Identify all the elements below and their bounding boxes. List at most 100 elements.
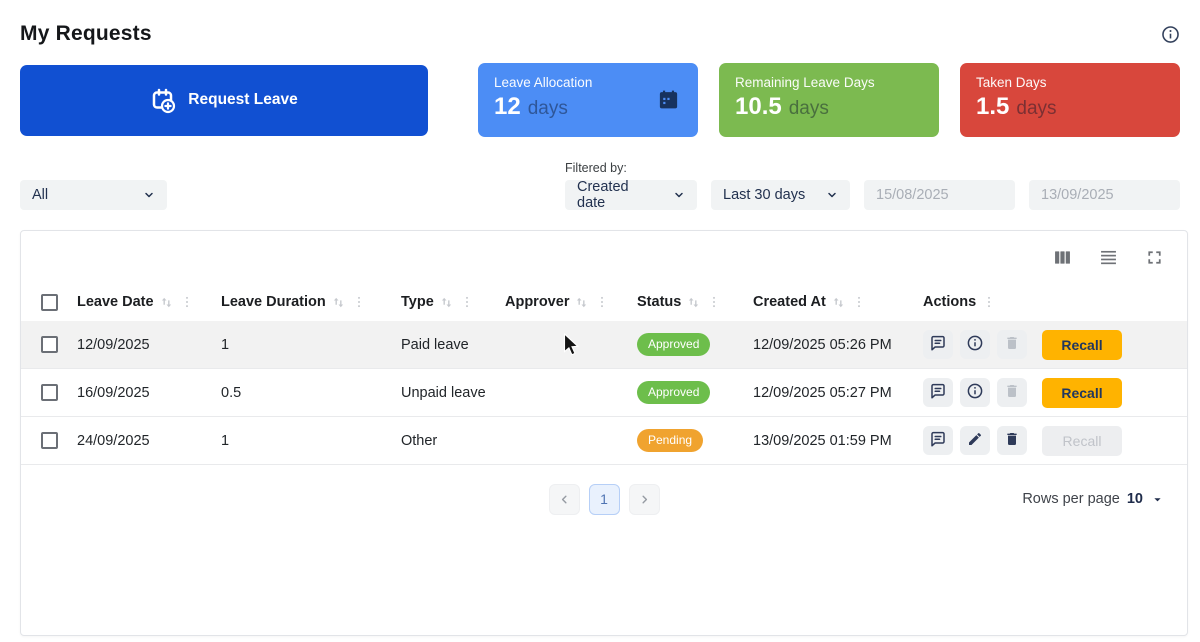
stat-cards: Leave Allocation 12 days Remaining Leave… [478,63,1180,137]
row-checkbox-cell [21,384,77,401]
column-header-label: Actions [923,294,977,310]
trash-button [997,330,1027,359]
leave-type-cell: Other [401,432,438,449]
column-header-label: Status [637,294,682,310]
column-menu-icon[interactable] [595,295,609,309]
column-menu-icon[interactable] [180,295,194,309]
column-menu-icon[interactable] [352,295,366,309]
row-checkbox-cell [21,336,77,353]
row-checkbox[interactable] [40,432,58,449]
row-density-icon[interactable] [1097,246,1119,268]
filter-field-value: Created date [577,179,629,211]
row-checkbox[interactable] [40,336,58,353]
created-at-cell: 12/09/2025 05:26 PM [753,336,892,353]
calendar-plus-icon [150,87,177,114]
trash-button[interactable] [997,426,1027,455]
created-at-cell: 13/09/2025 01:59 PM [753,432,892,449]
filter-row: All Filtered by: Created date Last 30 da… [20,161,1180,211]
column-menu-icon[interactable] [707,295,721,309]
comment-icon [929,334,947,355]
column-menu-icon[interactable] [982,295,996,309]
column-menu-icon[interactable] [852,295,866,309]
date-range-value: Last 30 days [723,187,806,203]
date-to-input[interactable]: 13/09/2025 [1029,180,1180,210]
info-button[interactable] [960,330,990,359]
comment-icon [929,430,947,451]
leave-duration-cell: 1 [221,336,230,353]
column-header-label: Approver [505,294,570,310]
info-icon [966,334,984,355]
chevron-down-icon [826,189,838,201]
filter-field-select[interactable]: Created date [565,179,697,211]
fullscreen-icon[interactable] [1143,246,1165,268]
leave-date-cell: 12/09/2025 [77,336,150,353]
trash-icon [1004,335,1020,354]
my-requests-page: My Requests Request Leave Leave Allocati… [0,0,1200,642]
created-at-cell: 12/09/2025 05:27 PM [753,384,892,401]
sort-arrows-icon[interactable] [831,295,846,310]
table-row: 16/09/2025 0.5 Unpaid leave Approved 12/09/2… [21,369,1187,417]
card-value: 12 [494,93,521,120]
column-header-label: Type [401,294,434,310]
request-leave-button[interactable]: Request Leave [20,64,428,136]
card-label: Leave Allocation [494,75,593,90]
column-menu-icon[interactable] [460,295,474,309]
trash-icon [1004,431,1020,450]
calendar-icon [657,88,680,116]
edit-icon [967,431,983,450]
column-header-status: Status [637,294,753,310]
info-button[interactable] [960,378,990,407]
row-checkbox[interactable] [40,384,58,401]
leave-type-cell: Unpaid leave [401,384,486,401]
comment-button[interactable] [923,330,953,359]
card-unit: days [788,98,829,119]
table-header-row: Leave Date Leave Duration Type Approver Stat… [21,283,1187,321]
card-label: Remaining Leave Days [735,75,875,90]
caret-down-icon [1150,492,1165,507]
table-toolbar [21,231,1187,283]
column-header-type: Type [401,294,505,310]
date-range-select[interactable]: Last 30 days [711,180,850,210]
comment-button[interactable] [923,426,953,455]
leave-type-cell: Paid leave [401,336,469,353]
leave-duration-cell: 1 [221,432,230,449]
column-header-label: Leave Date [77,294,154,310]
filtered-by-label: Filtered by: [565,161,627,175]
show-hide-columns-icon[interactable] [1051,246,1073,268]
card-unit: days [527,98,568,119]
sort-arrows-icon[interactable] [439,295,454,310]
column-header-leave-date: Leave Date [77,294,221,310]
table-row: 12/09/2025 1 Paid leave Approved 12/09/2025 … [21,321,1187,369]
status-cell: Approved [637,333,753,356]
sort-arrows-icon[interactable] [159,295,174,310]
request-leave-label: Request Leave [188,91,298,108]
action-row: Request Leave Leave Allocation 12 days R… [20,63,1180,137]
sort-arrows-icon[interactable] [574,295,589,310]
recall-button: Recall [1042,425,1122,456]
leave-date-cell: 24/09/2025 [77,432,150,449]
pagination: 1 [548,483,660,515]
chevron-right-icon [638,493,651,506]
recall-button[interactable]: Recall [1042,377,1122,408]
recall-button[interactable]: Recall [1042,329,1122,360]
status-badge: Approved [637,381,711,404]
rows-per-page-control[interactable]: Rows per page 10 [1022,491,1165,507]
pagination-row: 1 Rows per page 10 [21,465,1187,533]
row-checkbox-cell [21,432,77,449]
sort-arrows-icon[interactable] [686,295,701,310]
date-from-input[interactable]: 15/08/2025 [864,180,1015,210]
chevron-left-icon [558,493,571,506]
row-actions: Recall [923,377,1187,408]
select-all-checkbox[interactable] [40,293,58,311]
type-filter-select[interactable]: All [20,180,167,210]
filters-right-group: Filtered by: Created date Last 30 days 1… [565,161,1180,211]
page-number-button[interactable]: 1 [588,483,620,515]
comment-button[interactable] [923,378,953,407]
info-icon[interactable] [1161,25,1180,44]
sort-arrows-icon[interactable] [331,295,346,310]
column-header-leave-duration: Leave Duration [221,294,401,310]
next-page-button[interactable] [628,483,660,515]
edit-button[interactable] [960,426,990,455]
prev-page-button[interactable] [548,483,580,515]
card-value: 1.5 [976,93,1010,120]
